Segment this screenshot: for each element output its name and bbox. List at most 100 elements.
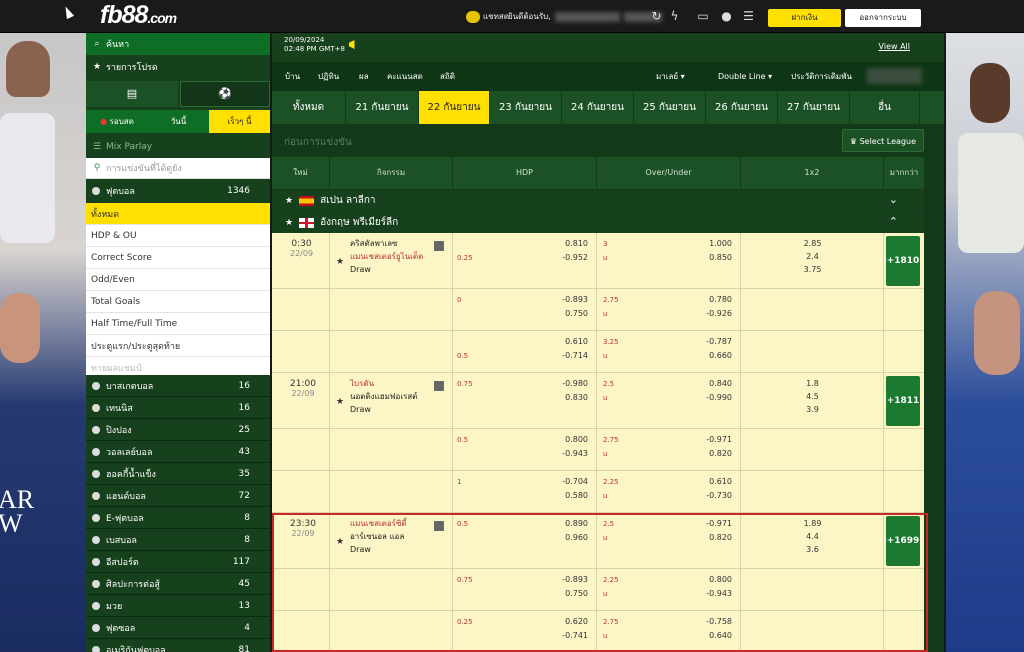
- sidebar-item-sport[interactable]: ฮอคกี้น้ำแข็ง 35: [86, 463, 270, 485]
- odds-cell[interactable]: +1810: [884, 233, 924, 288]
- odds-cell[interactable]: 0.75 -0.893 0.750: [453, 569, 597, 610]
- hdp-odds[interactable]: 0.810: [565, 239, 588, 248]
- odds-type-select[interactable]: มาเลย์ ▾: [656, 62, 685, 91]
- hdp-odds[interactable]: 0.890: [565, 519, 588, 528]
- date-tab[interactable]: 21 กันยายน: [346, 91, 419, 124]
- ou-odds[interactable]: -0.971: [706, 519, 732, 528]
- tab-today[interactable]: วันนี้: [148, 110, 209, 133]
- odds-cell[interactable]: 1.89 4.4 3.6: [741, 513, 884, 568]
- odds-1x2[interactable]: 1.89: [741, 519, 884, 528]
- odds-cell[interactable]: 1 -0.704 0.580: [453, 471, 597, 512]
- odds-cell[interactable]: [884, 611, 924, 652]
- football-submenu-item[interactable]: Correct Score: [86, 247, 270, 269]
- live-chat-link[interactable]: แชทสด: [466, 0, 509, 33]
- more-bets-button[interactable]: +1810: [886, 236, 920, 286]
- away-team[interactable]: อาร์เซนอล แอล: [350, 532, 404, 542]
- odds-cell[interactable]: 0.5 0.800 -0.943: [453, 429, 597, 470]
- odds-cell[interactable]: 2.75 u -0.971 0.820: [597, 429, 741, 470]
- sidebar-item-sport[interactable]: แฮนด์บอล 72: [86, 485, 270, 507]
- logout-button[interactable]: ออกจากระบบ: [845, 9, 921, 27]
- date-tab[interactable]: ทั้งหมด: [272, 91, 346, 124]
- sports-view-tab[interactable]: ⚽: [180, 81, 270, 107]
- deposit-button[interactable]: ฝากเงิน: [768, 9, 841, 27]
- hdp-odds[interactable]: -0.714: [562, 351, 588, 360]
- sidebar-item-sport[interactable]: ปิงปอง 25: [86, 419, 270, 441]
- nav-live-score[interactable]: คะแนนสด: [387, 62, 423, 91]
- date-tab[interactable]: 26 กันยายน: [706, 91, 778, 124]
- ou-odds[interactable]: -0.971: [706, 435, 732, 444]
- odds-cell[interactable]: 0.75 -0.980 0.830: [453, 373, 597, 428]
- sidebar-favorites[interactable]: ★ รายการโปรด: [86, 56, 270, 78]
- hdp-odds[interactable]: -0.952: [562, 253, 588, 262]
- stats-icon[interactable]: [434, 381, 444, 391]
- odds-cell[interactable]: 2.5 u -0.971 0.820: [597, 513, 741, 568]
- hdp-odds[interactable]: 0.580: [565, 491, 588, 500]
- star-icon[interactable]: ★: [336, 397, 344, 407]
- away-team[interactable]: นอตติงแฮมฟอเรสต์: [350, 392, 417, 402]
- ou-odds[interactable]: -0.943: [706, 589, 732, 598]
- odds-cell[interactable]: 0 -0.893 0.750: [453, 289, 597, 330]
- date-tab[interactable]: 27 กันยายน: [778, 91, 850, 124]
- competition-filter-input[interactable]: ⚲ การแข่งขันที่ได้ดูยัง: [86, 158, 270, 179]
- odds-cell[interactable]: [884, 331, 924, 372]
- tab-live[interactable]: ● รอบสด: [86, 110, 148, 133]
- hdp-odds[interactable]: -0.893: [562, 295, 588, 304]
- odds-1x2[interactable]: 3.75: [741, 265, 884, 274]
- ou-odds[interactable]: -0.787: [706, 337, 732, 346]
- hdp-odds[interactable]: -0.704: [562, 477, 588, 486]
- refresh-icon[interactable]: ↻: [650, 10, 663, 23]
- odds-cell[interactable]: 3.25 u -0.787 0.660: [597, 331, 741, 372]
- date-tab[interactable]: 22 กันยายน: [419, 91, 490, 124]
- sidebar-item-sport[interactable]: ฟุตซอล 4: [86, 617, 270, 639]
- odds-cell[interactable]: 2.75 u -0.758 0.640: [597, 611, 741, 652]
- league-row-spain[interactable]: ★ สเปน ลาลีกา ⌄: [272, 190, 924, 211]
- hdp-odds[interactable]: -0.943: [562, 449, 588, 458]
- odds-cell[interactable]: [741, 289, 884, 330]
- odds-cell[interactable]: 3 u 1.000 0.850: [597, 233, 741, 288]
- nav-calendar[interactable]: ปฏิทิน: [318, 62, 339, 91]
- mix-parlay[interactable]: ☰ Mix Parlay: [86, 136, 270, 157]
- football-submenu-item[interactable]: ทั้งหมด: [86, 203, 270, 225]
- select-league-button[interactable]: ♛ Select League: [841, 129, 924, 152]
- ou-odds[interactable]: 1.000: [709, 239, 732, 248]
- odds-cell[interactable]: 2.25 u 0.610 -0.730: [597, 471, 741, 512]
- date-tab[interactable]: อื่น: [850, 91, 920, 124]
- odds-cell[interactable]: [884, 429, 924, 470]
- sidebar-item-sport[interactable]: วอลเลย์บอล 43: [86, 441, 270, 463]
- star-icon[interactable]: ★: [285, 218, 293, 228]
- odds-cell[interactable]: [741, 471, 884, 512]
- star-icon[interactable]: ★: [336, 257, 344, 267]
- hdp-odds[interactable]: 0.800: [565, 435, 588, 444]
- football-submenu-item[interactable]: Total Goals: [86, 291, 270, 313]
- list-view-tab[interactable]: ▤: [86, 81, 178, 107]
- football-submenu-item[interactable]: ประตูแรก/ประตูสุดท้าย: [86, 335, 270, 357]
- odds-1x2[interactable]: 3.9: [741, 405, 884, 414]
- home-team[interactable]: คริสตัลพาเลซ: [350, 239, 397, 249]
- announcement-icon[interactable]: [349, 40, 355, 49]
- odds-cell[interactable]: [741, 611, 884, 652]
- football-submenu-item[interactable]: HDP & OU: [86, 225, 270, 247]
- star-icon[interactable]: ★: [285, 196, 293, 206]
- ou-odds[interactable]: -0.758: [706, 617, 732, 626]
- odds-cell[interactable]: 2.75 u 0.780 -0.926: [597, 289, 741, 330]
- bet-history-link[interactable]: ประวัติการเดิมพัน: [791, 62, 852, 91]
- hdp-odds[interactable]: 0.960: [565, 533, 588, 542]
- odds-1x2[interactable]: 2.4: [741, 252, 884, 261]
- league-row-england[interactable]: ★ อังกฤษ พรีเมียร์ลีก ⌃: [272, 212, 924, 233]
- hdp-odds[interactable]: 0.620: [565, 617, 588, 626]
- odds-cell[interactable]: 2.5 u 0.840 -0.990: [597, 373, 741, 428]
- nav-stats[interactable]: สถิติ: [440, 62, 455, 91]
- odds-cell[interactable]: [741, 331, 884, 372]
- away-team[interactable]: แมนเชสเตอร์ยูไนเต็ด: [350, 252, 423, 262]
- bet-list-icon[interactable]: ☰: [742, 10, 755, 23]
- sidebar-item-sport[interactable]: มวย 13: [86, 595, 270, 617]
- hdp-odds[interactable]: 0.750: [565, 589, 588, 598]
- date-tab[interactable]: 24 กันยายน: [562, 91, 634, 124]
- ou-odds[interactable]: 0.820: [709, 449, 732, 458]
- more-bets-button[interactable]: +1811: [886, 376, 920, 426]
- ou-odds[interactable]: 0.800: [709, 575, 732, 584]
- sidebar-item-football[interactable]: ฟุตบอล 1346: [86, 180, 270, 202]
- hdp-odds[interactable]: 0.830: [565, 393, 588, 402]
- sidebar-search[interactable]: ⌕ ค้นหา: [86, 33, 270, 55]
- user-icon[interactable]: ●: [720, 10, 733, 23]
